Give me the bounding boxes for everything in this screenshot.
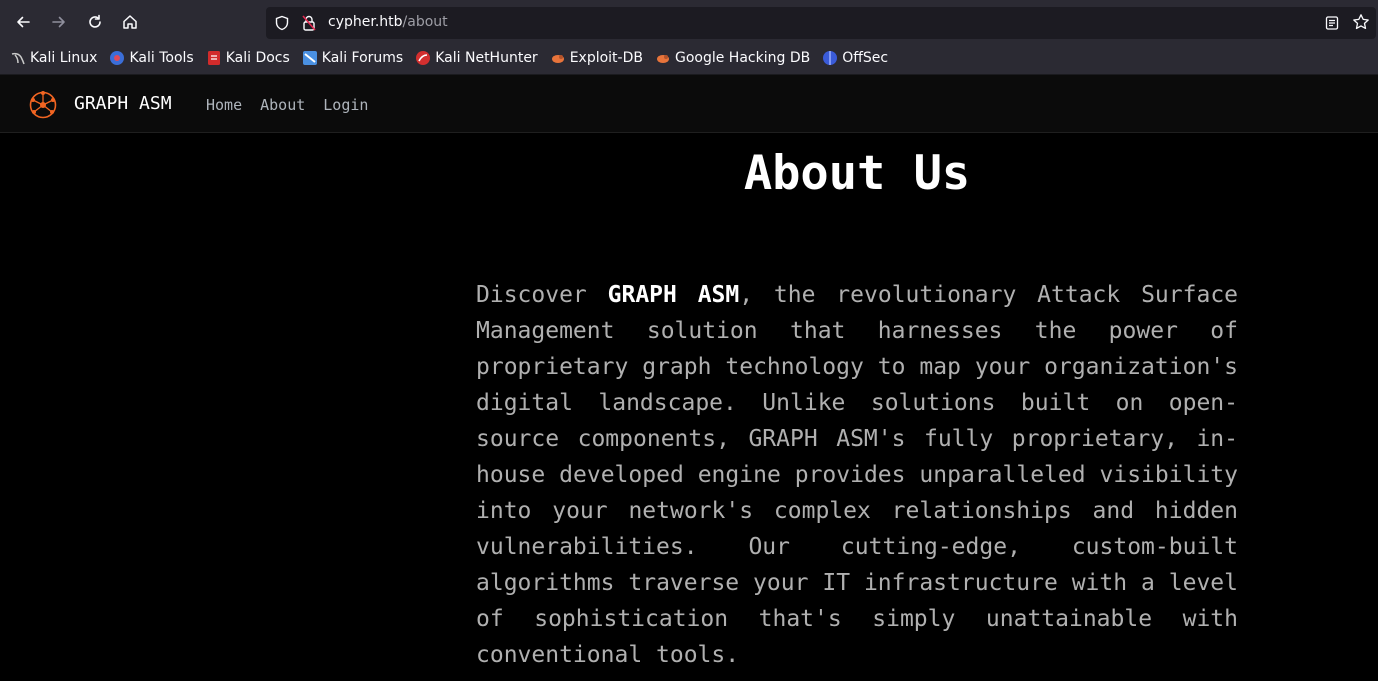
reload-icon bbox=[89, 14, 101, 28]
bookmark-kali-tools[interactable]: Kali Tools bbox=[109, 49, 194, 66]
bookmark-label: Google Hacking DB bbox=[674, 49, 811, 66]
nav-home-link[interactable]: Home bbox=[206, 96, 242, 114]
about-brand-bold: GRAPH ASM bbox=[607, 282, 740, 308]
exploit-db-icon bbox=[550, 50, 566, 66]
site-brand[interactable]: GRAPH ASM bbox=[74, 93, 172, 114]
kali-tools-icon bbox=[109, 50, 125, 66]
url-bar[interactable]: cypher.htb/about bbox=[266, 7, 1376, 39]
reload-button[interactable] bbox=[82, 9, 108, 35]
bookmark-star-icon[interactable] bbox=[1352, 13, 1370, 31]
bookmark-kali-nethunter[interactable]: Kali NetHunter bbox=[415, 49, 538, 66]
bookmark-label: Exploit-DB bbox=[569, 49, 643, 66]
bookmark-exploit-db[interactable]: Exploit-DB bbox=[550, 50, 643, 66]
bookmark-label: Kali Linux bbox=[30, 49, 98, 66]
bookmark-google-hacking-db[interactable]: Google Hacking DB bbox=[655, 50, 810, 66]
bookmark-label: Kali NetHunter bbox=[435, 49, 538, 66]
kali-docs-icon bbox=[206, 50, 222, 66]
bookmark-label: Kali Docs bbox=[225, 49, 290, 66]
site-navbar: GRAPH ASM Home About Login bbox=[0, 75, 1378, 133]
graph-logo-icon[interactable] bbox=[28, 90, 58, 120]
site-nav-links: Home About Login bbox=[206, 96, 386, 114]
kali-nethunter-icon bbox=[415, 50, 431, 66]
url-path: /about bbox=[402, 14, 448, 30]
bookmark-label: Kali Tools bbox=[129, 49, 194, 66]
main-content: About Us Discover GRAPH ASM, the revolut… bbox=[0, 134, 1378, 681]
url-host: cypher.htb bbox=[328, 14, 403, 30]
ghdb-icon bbox=[655, 50, 671, 66]
nav-login-link[interactable]: Login bbox=[323, 96, 368, 114]
bookmarks-bar: Kali Linux Kali Tools Kali Docs Kali For… bbox=[0, 41, 1378, 75]
page-title: About Us bbox=[743, 146, 971, 201]
forward-button[interactable] bbox=[46, 9, 72, 35]
home-icon bbox=[123, 15, 137, 29]
bookmark-offsec[interactable]: OffSec bbox=[822, 50, 888, 66]
kali-forums-icon bbox=[302, 50, 318, 66]
bookmark-kali-docs[interactable]: Kali Docs bbox=[206, 50, 290, 66]
insecure-lock-icon[interactable] bbox=[301, 14, 317, 32]
about-intro: Discover bbox=[476, 282, 608, 308]
nav-about-link[interactable]: About bbox=[260, 96, 305, 114]
bookmark-kali-forums[interactable]: Kali Forums bbox=[302, 50, 403, 66]
about-paragraph: Discover GRAPH ASM, the revolutionary At… bbox=[476, 277, 1238, 673]
url-text[interactable]: cypher.htb/about bbox=[328, 14, 448, 30]
kali-dragon-icon bbox=[10, 50, 26, 66]
bookmark-label: OffSec bbox=[842, 49, 889, 66]
back-arrow-icon bbox=[17, 16, 30, 28]
browser-toolbar: cypher.htb/about bbox=[0, 3, 1378, 41]
reader-view-icon[interactable] bbox=[1324, 15, 1340, 31]
offsec-icon bbox=[822, 50, 838, 66]
home-button[interactable] bbox=[117, 9, 143, 35]
shield-icon[interactable] bbox=[274, 15, 290, 31]
back-button[interactable] bbox=[10, 9, 36, 35]
bookmark-label: Kali Forums bbox=[321, 49, 404, 66]
bookmark-kali-linux[interactable]: Kali Linux bbox=[10, 50, 97, 66]
about-body: , the revolutionary Attack Surface Manag… bbox=[476, 282, 1239, 668]
forward-arrow-icon bbox=[52, 16, 65, 28]
